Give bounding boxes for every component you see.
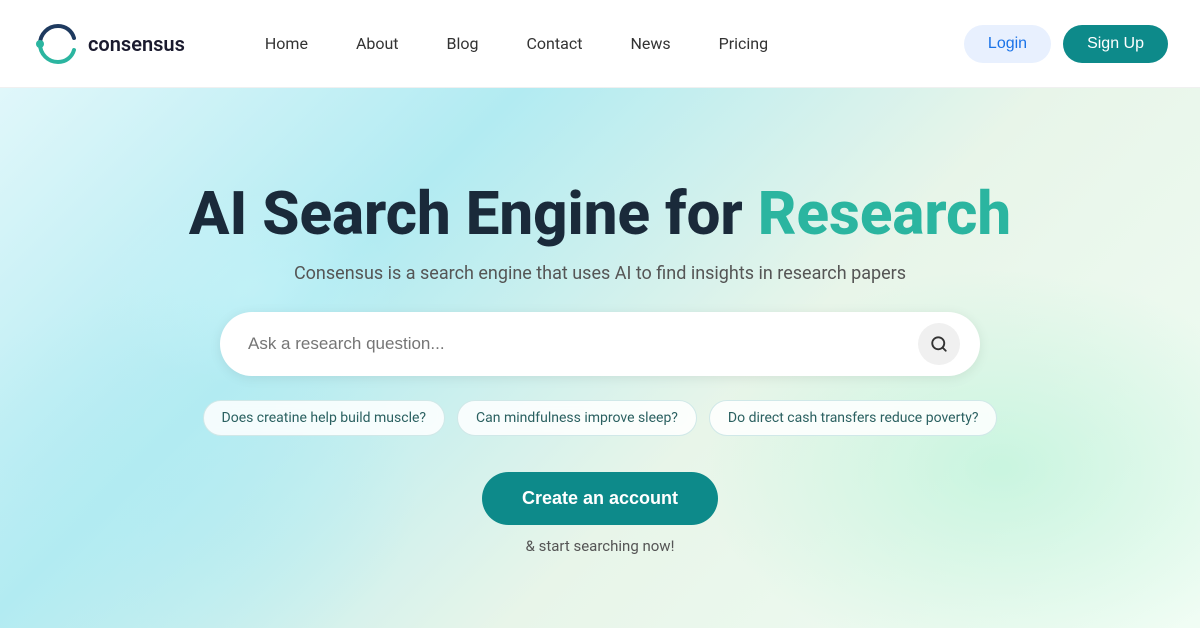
chip-1[interactable]: Does creatine help build muscle? [203, 400, 446, 436]
nav-links: Home About Blog Contact News Pricing [265, 34, 964, 53]
search-bar [220, 312, 980, 376]
logo-icon [32, 20, 80, 68]
nav-item-contact[interactable]: Contact [527, 34, 583, 53]
nav-item-blog[interactable]: Blog [447, 34, 479, 53]
hero-subtitle: Consensus is a search engine that uses A… [294, 263, 906, 284]
chip-2[interactable]: Can mindfulness improve sleep? [457, 400, 697, 436]
logo[interactable]: consensus [32, 20, 185, 68]
hero-title-accent: Research [758, 178, 1011, 249]
nav-item-about[interactable]: About [356, 34, 399, 53]
nav-item-home[interactable]: Home [265, 34, 308, 53]
hero-section: AI Search Engine for Research Consensus … [0, 88, 1200, 628]
suggestion-chips: Does creatine help build muscle? Can min… [203, 400, 998, 436]
hero-title-main: AI Search Engine for [189, 178, 758, 249]
search-icon [930, 335, 948, 353]
search-button[interactable] [918, 323, 960, 365]
hero-title: AI Search Engine for Research [189, 181, 1011, 247]
signup-button[interactable]: Sign Up [1063, 25, 1168, 63]
login-button[interactable]: Login [964, 25, 1051, 63]
cta-sub-text: & start searching now! [526, 537, 675, 555]
logo-text: consensus [88, 32, 185, 56]
create-account-button[interactable]: Create an account [482, 472, 718, 525]
nav-item-pricing[interactable]: Pricing [719, 34, 769, 53]
nav-actions: Login Sign Up [964, 25, 1168, 63]
nav-item-news[interactable]: News [630, 34, 670, 53]
search-input[interactable] [248, 334, 918, 354]
chip-3[interactable]: Do direct cash transfers reduce poverty? [709, 400, 998, 436]
navbar: consensus Home About Blog Contact News P… [0, 0, 1200, 88]
hero-content: AI Search Engine for Research Consensus … [0, 181, 1200, 555]
